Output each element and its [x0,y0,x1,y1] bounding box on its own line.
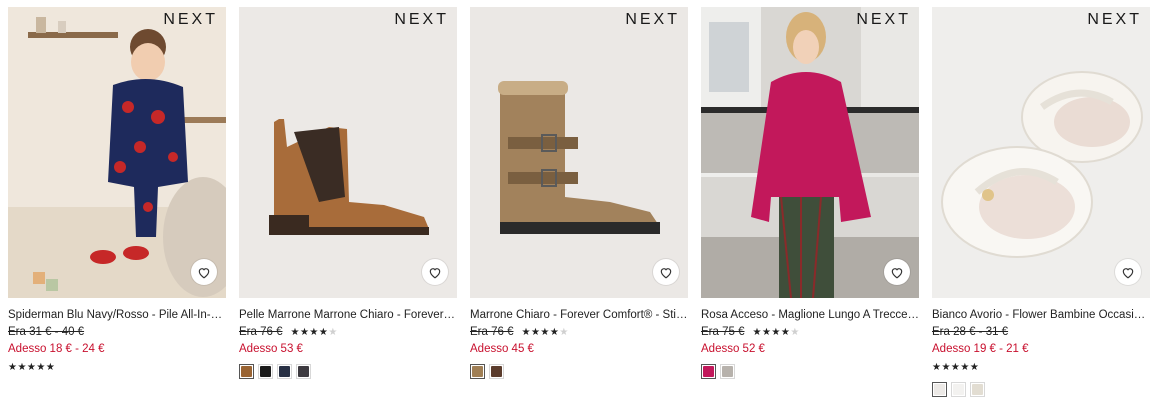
star-rating: ★★★★★ [521,327,568,338]
star-rating: ★★★★★ [290,327,337,338]
now-price: Adesso 45 € [470,343,534,355]
product-card[interactable]: NEXT Bianco Avorio - Flower Bambine Occa… [932,7,1150,397]
product-grid: NEXT Spiderman Blu Navy/Rosso - Pile All… [8,7,1150,397]
star-icon: ★★★★ [752,326,791,338]
was-price: Era 75 € [701,326,745,338]
colour-swatch[interactable] [258,364,273,379]
colour-swatches [701,364,919,379]
product-title[interactable]: Bianco Avorio - Flower Bambine Occasion … [932,308,1150,322]
brand-logo: NEXT [394,11,449,28]
star-empty-icon: ★ [790,326,800,338]
colour-swatches [470,364,688,379]
product-title[interactable]: Marrone Chiaro - Forever Comfort® - Stiv… [470,308,688,322]
brand-logo: NEXT [163,11,218,28]
heart-outline-icon [660,267,672,278]
now-price: Adesso 19 € - 21 € [932,343,1029,355]
product-title[interactable]: Pelle Marrone Marrone Chiaro - Forever C… [239,308,457,322]
product-title[interactable]: Rosa Acceso - Maglione Lungo A Trecce Co… [701,308,919,322]
product-card[interactable]: NEXT Rosa Acceso - Maglione Lungo A Trec… [701,7,919,397]
product-image[interactable]: NEXT [932,7,1150,298]
was-price: Era 76 € [239,326,283,338]
colour-swatch[interactable] [489,364,504,379]
product-photo-kid-onesie [8,7,226,298]
star-rating: ★★★★★ [8,362,226,374]
colour-swatch[interactable] [970,382,985,397]
product-title[interactable]: Spiderman Blu Navy/Rosso - Pile All-In-O… [8,308,226,322]
colour-swatches [932,382,1150,397]
colour-swatch[interactable] [951,382,966,397]
brand-logo: NEXT [856,11,911,28]
colour-swatch[interactable] [277,364,292,379]
product-photo-buckle-boot [470,7,688,298]
add-to-favourites-button[interactable] [422,259,448,285]
add-to-favourites-button[interactable] [884,259,910,285]
was-price: Era 31 € - 40 € [8,326,85,338]
product-image[interactable]: NEXT [701,7,919,298]
colour-swatch[interactable] [720,364,735,379]
star-icon: ★★★★ [290,326,329,338]
add-to-favourites-button[interactable] [191,259,217,285]
heart-outline-icon [198,267,210,278]
product-photo-chelsea-boot [239,7,457,298]
product-image[interactable]: NEXT [8,7,226,298]
star-icon: ★★★★★ [932,362,980,373]
was-price: Era 76 € [470,326,514,338]
product-image[interactable]: NEXT [239,7,457,298]
star-icon: ★★★★ [521,326,560,338]
colour-swatch[interactable] [932,382,947,397]
product-image[interactable]: NEXT [470,7,688,298]
heart-outline-icon [429,267,441,278]
star-half-icon: ★ [328,326,338,338]
add-to-favourites-button[interactable] [653,259,679,285]
product-card[interactable]: NEXT Marrone Chiaro - Forever Comfort® -… [470,7,688,397]
colour-swatch[interactable] [239,364,254,379]
product-photo-ivory-shoes [932,7,1150,298]
colour-swatch[interactable] [296,364,311,379]
heart-outline-icon [1122,267,1134,278]
brand-logo: NEXT [1087,11,1142,28]
star-empty-icon: ★ [559,326,569,338]
add-to-favourites-button[interactable] [1115,259,1141,285]
now-price: Adesso 18 € - 24 € [8,343,105,355]
star-icon: ★★★★★ [8,362,56,373]
product-card[interactable]: NEXT Pelle Marrone Marrone Chiaro - Fore… [239,7,457,397]
star-rating: ★★★★★ [932,362,1150,374]
star-rating: ★★★★★ [752,327,799,338]
was-price: Era 28 € - 31 € [932,326,1009,338]
product-photo-pink-jumper [701,7,919,298]
colour-swatch[interactable] [701,364,716,379]
product-card[interactable]: NEXT Spiderman Blu Navy/Rosso - Pile All… [8,7,226,397]
colour-swatch[interactable] [470,364,485,379]
brand-logo: NEXT [625,11,680,28]
now-price: Adesso 52 € [701,343,765,355]
now-price: Adesso 53 € [239,343,303,355]
heart-outline-icon [891,267,903,278]
colour-swatches [239,364,457,379]
